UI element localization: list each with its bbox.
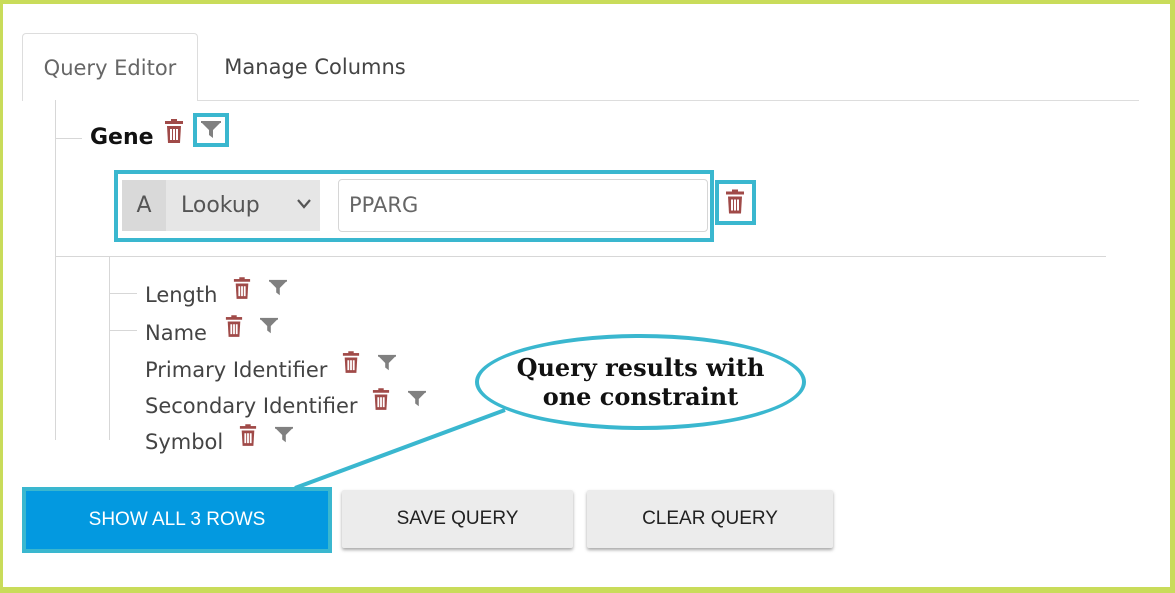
filter-icon[interactable]: [407, 390, 427, 408]
trash-icon[interactable]: [342, 351, 360, 374]
annotation-callout: Query results with one constraint: [475, 334, 806, 430]
attribute-label[interactable]: Symbol: [145, 429, 223, 455]
tree-line: [55, 100, 56, 440]
chevron-down-icon: [297, 199, 311, 209]
filter-icon[interactable]: [268, 279, 288, 297]
trash-icon[interactable]: [372, 388, 390, 411]
trash-icon[interactable]: [164, 119, 184, 144]
tab-query-editor[interactable]: Query Editor: [22, 33, 198, 101]
tree-line: [109, 257, 110, 440]
attribute-label[interactable]: Length: [145, 282, 217, 308]
tab-manage-columns[interactable]: Manage Columns: [205, 33, 425, 101]
tab-divider: [198, 100, 1139, 101]
tree-line: [56, 138, 82, 139]
trash-icon[interactable]: [239, 424, 257, 447]
trash-icon[interactable]: [225, 315, 243, 338]
callout-line-2: one constraint: [542, 382, 739, 411]
operator-label: Lookup: [181, 193, 260, 218]
attribute-label[interactable]: Name: [145, 320, 207, 346]
operator-select[interactable]: Lookup: [166, 180, 320, 231]
tree-line: [110, 293, 137, 294]
save-query-button[interactable]: SAVE QUERY: [342, 490, 573, 548]
filter-icon[interactable]: [259, 317, 279, 335]
attribute-label[interactable]: Primary Identifier: [145, 357, 327, 383]
show-rows-button[interactable]: SHOW ALL 3 ROWS: [22, 487, 332, 553]
tree-root-label: Gene: [90, 125, 154, 150]
constraint-value-input[interactable]: PPARG: [338, 179, 708, 232]
trash-icon[interactable]: [725, 189, 745, 215]
filter-icon[interactable]: [200, 120, 222, 140]
filter-icon[interactable]: [377, 354, 397, 372]
tree-line: [56, 256, 1106, 257]
filter-icon[interactable]: [274, 426, 294, 444]
constraint-code: A: [122, 180, 166, 231]
attribute-label[interactable]: Secondary Identifier: [145, 393, 358, 419]
show-rows-label: SHOW ALL 3 ROWS: [29, 494, 325, 546]
clear-query-button[interactable]: CLEAR QUERY: [587, 490, 833, 548]
tree-line: [110, 330, 137, 331]
trash-icon[interactable]: [233, 277, 251, 300]
callout-line-1: Query results with: [516, 353, 765, 382]
